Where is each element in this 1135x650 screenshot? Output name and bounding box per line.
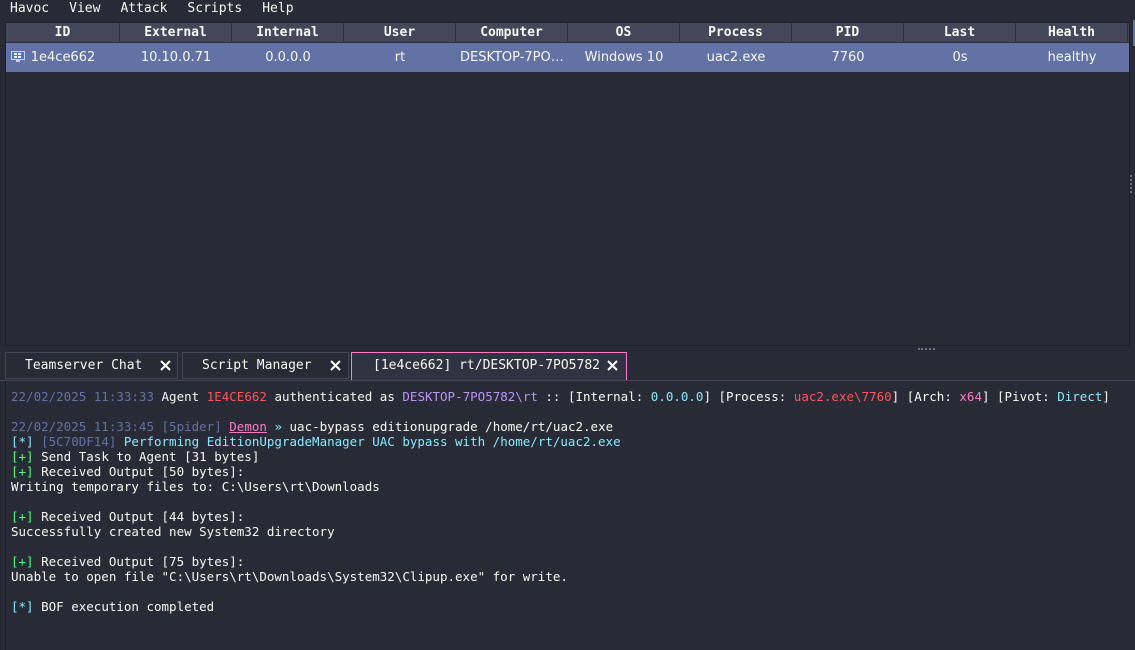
tab-bar: Teamserver Chat Script Manager [1e4ce662… <box>0 352 1135 381</box>
cell-external: 10.10.0.71 <box>140 50 212 65</box>
output-text: Writing temporary files to: C:\Users\rt\… <box>11 479 380 494</box>
agent-user: DESKTOP-7PO5782\rt <box>402 389 538 404</box>
output-text: Send Task to Agent [31 bytes] <box>41 449 260 464</box>
info-marker: [*] <box>11 599 34 614</box>
command-text: uac-bypass editionupgrade /home/rt/uac2.… <box>289 419 614 434</box>
cell-internal: 0.0.0.0 <box>265 50 311 65</box>
column-header-internal[interactable]: Internal <box>232 23 344 42</box>
tab-label: Teamserver Chat <box>25 358 143 373</box>
close-icon[interactable] <box>606 359 619 372</box>
success-marker: [+] <box>11 464 34 479</box>
output-text: Received Output [50 bytes]: <box>41 464 245 479</box>
tab-script-manager[interactable]: Script Manager <box>182 352 349 379</box>
cell-process: uac2.exe <box>706 50 766 65</box>
pivot-prefix: ] [Pivot: <box>981 389 1050 404</box>
output-line: Successfully created new System32 direct… <box>11 524 335 539</box>
output-line: [+] Received Output [44 bytes]: <box>11 509 244 524</box>
session-table: ID External Internal User Computer OS Pr… <box>5 22 1130 346</box>
arch-prefix: ] [Arch: <box>891 389 952 404</box>
arch: x64 <box>959 389 982 404</box>
close-icon[interactable] <box>329 359 342 372</box>
output-text: Successfully created new System32 direct… <box>11 524 335 539</box>
success-marker: [+] <box>11 554 34 569</box>
menu-attack[interactable]: Attack <box>110 1 177 17</box>
success-marker: [+] <box>11 449 34 464</box>
internal-ip: 0.0.0.0 <box>650 389 704 404</box>
agent-id: 1E4CE662 <box>206 389 267 404</box>
output-line: Unable to open file "C:\Users\rt\Downloa… <box>11 569 568 584</box>
menu-havoc[interactable]: Havoc <box>0 1 59 17</box>
process-name: uac2.exe\7760 <box>793 389 892 404</box>
output-line: Writing temporary files to: C:\Users\rt\… <box>11 479 380 494</box>
menubar: Havoc View Attack Scripts Help <box>0 0 1135 17</box>
output-line: [*] BOF execution completed <box>11 599 214 614</box>
output-text: Received Output [75 bytes]: <box>41 554 245 569</box>
column-header-user[interactable]: User <box>344 23 456 42</box>
column-header-pid[interactable]: PID <box>792 23 904 42</box>
success-marker: [+] <box>11 509 34 524</box>
prompt-arrow: » <box>274 419 282 434</box>
task-message: Performing EditionUpgradeManager UAC byp… <box>123 434 621 449</box>
table-row[interactable]: 1e4ce662 10.10.0.71 0.0.0.0 rt DESKTOP-7… <box>6 43 1129 72</box>
menu-view[interactable]: View <box>59 1 110 17</box>
close-icon[interactable] <box>159 359 172 372</box>
column-header-os[interactable]: OS <box>568 23 680 42</box>
operator-name: [5pider] <box>161 419 222 434</box>
column-header-process[interactable]: Process <box>680 23 792 42</box>
cell-pid: 7760 <box>831 50 865 65</box>
column-header-external[interactable]: External <box>120 23 232 42</box>
auth-text: authenticated as <box>274 389 395 404</box>
vertical-splitter-handle[interactable] <box>1130 175 1135 193</box>
menu-scripts[interactable]: Scripts <box>177 1 252 17</box>
output-text: Received Output [44 bytes]: <box>41 509 245 524</box>
tab-agent-session[interactable]: [1e4ce662] rt/DESKTOP-7PO5782 <box>351 352 627 380</box>
column-header-computer[interactable]: Computer <box>456 23 568 42</box>
suffix: ] <box>1102 389 1110 404</box>
cell-computer: DESKTOP-7PO57… <box>460 50 568 65</box>
column-header-id[interactable]: ID <box>6 23 120 42</box>
output-text: Unable to open file "C:\Users\rt\Downloa… <box>11 569 568 584</box>
timestamp: 22/02/2025 11:33:33 <box>11 389 154 404</box>
menu-help[interactable]: Help <box>252 1 303 17</box>
auth-line: 22/02/2025 11:33:33 Agent 1E4CE662 authe… <box>11 389 1110 404</box>
demon-link[interactable]: Demon <box>229 419 267 434</box>
cell-os: Windows 10 <box>584 50 664 65</box>
internal-prefix: :: [Internal: <box>545 389 644 404</box>
cell-user: rt <box>394 50 406 65</box>
agent-console[interactable]: 22/02/2025 11:33:33 Agent 1E4CE662 authe… <box>5 381 1135 650</box>
timestamp: 22/02/2025 11:33:45 <box>11 419 154 434</box>
tab-teamserver-chat[interactable]: Teamserver Chat <box>5 352 178 379</box>
windows-agent-icon <box>11 51 25 62</box>
table-header: ID External Internal User Computer OS Pr… <box>6 23 1129 42</box>
process-prefix: ] [Process: <box>703 389 787 404</box>
agent-word: Agent <box>161 389 200 404</box>
output-line: [+] Send Task to Agent [31 bytes] <box>11 449 259 464</box>
tab-label: Script Manager <box>202 358 312 373</box>
output-line: [+] Received Output [75 bytes]: <box>11 554 244 569</box>
column-header-health[interactable]: Health <box>1016 23 1128 42</box>
cell-last: 0s <box>952 50 968 65</box>
info-marker: [*] <box>11 434 34 449</box>
task-id: [5C70DF14] <box>41 434 117 449</box>
output-text: BOF execution completed <box>41 599 215 614</box>
cell-health: healthy <box>1047 50 1097 65</box>
column-header-last[interactable]: Last <box>904 23 1016 42</box>
tab-label: [1e4ce662] rt/DESKTOP-7PO5782 <box>373 358 600 373</box>
output-line: [+] Received Output [50 bytes]: <box>11 464 244 479</box>
task-line: [*] [5C70DF14] Performing EditionUpgrade… <box>11 434 621 449</box>
command-line: 22/02/2025 11:33:45 [5pider] Demon » uac… <box>11 419 613 434</box>
pivot: Direct <box>1057 389 1103 404</box>
